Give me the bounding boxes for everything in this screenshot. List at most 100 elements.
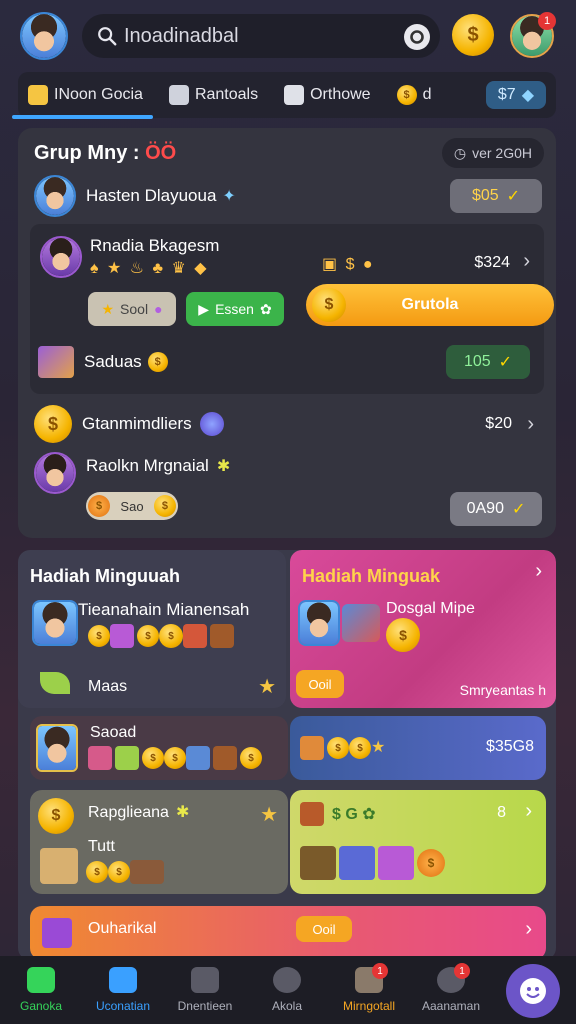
nav-uconatian[interactable]: Uconatian [82,967,164,1013]
coin-row: $ $ ★ [300,736,385,760]
gift-icon [183,624,207,648]
gift-icon [339,846,375,880]
sao-chip[interactable]: $ Sao $ [86,492,178,520]
weekly-reward-panel-featured[interactable]: Hadiah Minguak › $ Dosgal Mipe Ooil Smry… [290,550,556,708]
row-price: $324 [474,254,510,271]
tab-home[interactable]: INoon Gocia [12,85,153,119]
nav-dnentieen[interactable]: Dnentieen [164,967,246,1013]
list-item[interactable]: Raolkn Mrgnaial ✱ $ Sao $ 0A90 ✓ [34,452,542,528]
book-icon [38,346,74,378]
button-label: Grutola [401,296,459,313]
nav-mirngotall[interactable]: 1 Mirngotall [328,963,410,1013]
smile-icon [520,978,546,1004]
coin-icon: $ [86,861,108,883]
nav-akola[interactable]: Akola [246,967,328,1013]
coin-icon: $ [108,861,130,883]
coin-icon[interactable]: $ [452,14,494,56]
camera-icon[interactable] [404,24,430,50]
row-name: Rnadia Bkagesm [90,236,220,255]
leaf-icon [115,746,139,770]
chat-button[interactable] [506,964,560,1018]
tag-button[interactable]: Ooil [296,670,344,698]
status-badge[interactable]: 0A90 ✓ [450,492,542,526]
gem-icon [186,746,210,770]
home-icon [28,85,48,105]
coin-icon: $ [142,747,164,769]
coin-icon: $ [396,85,417,105]
coin-icon: $ [349,737,371,759]
coin-icon: $ [153,495,176,517]
tab-label: Rantoals [194,86,259,103]
diamond-icon: ◆ [521,87,534,104]
tab-coins[interactable]: $ d [396,85,431,105]
sparkle-icon: ✦ [222,188,236,205]
notification-badge: 1 [538,12,556,30]
essen-button[interactable]: ▶ Essen ✿ [186,292,284,326]
nav-home[interactable]: Ganoka [0,967,82,1013]
bottom-nav: Ganoka Uconatian Dnentieen Akola 1 Mirng… [0,956,576,1024]
chest-icon [213,746,237,770]
sparkle-icon: ✱ [216,458,231,475]
tab-rantoals[interactable]: Rantoals [168,85,259,105]
reward-row[interactable]: Ouharikal Ooil › [30,906,546,960]
coin-icon: $ [34,405,72,443]
coin-row: $ $ $ [88,746,262,770]
balance-pill[interactable]: $7 ◆ [485,81,546,109]
reward-row[interactable]: $ Rapglieana ✱ ★ Tutt $ $ [30,790,288,894]
list-item[interactable]: Saduas $ 105 ✓ [38,340,538,384]
status-badge[interactable]: $05 ✓ [450,179,542,213]
tab-label: INoon Gocia [54,86,143,103]
group-title: Grup Mny : ÖÖ [34,142,177,164]
avatar-face [22,14,66,58]
gift-icon [342,604,380,642]
coin-icon: $ [240,747,262,769]
coin-icon: $ [386,618,420,652]
reward-row[interactable]: $ $ ★ $35G8 [290,716,546,780]
status-badge[interactable]: 105 ✓ [446,345,530,379]
gift-icon [42,918,72,948]
gem-icon [378,846,414,880]
rewards-grid: Hadiah Minguuah Tieanahain Mianensah $ $ $… [18,550,556,960]
search-bar[interactable]: Inoadinadbal [82,14,440,58]
row-name: Saduas [84,352,142,371]
panel-sub: Dosgal Mipe [386,600,475,617]
chevron-right-icon[interactable]: › [527,413,534,436]
clock-icon: ◷ [453,144,467,161]
friend-avatar[interactable]: 1 [510,12,556,58]
reward-row[interactable]: Saoad $ $ $ [30,716,288,780]
chevron-right-icon[interactable]: › [523,250,530,273]
avatar [32,600,78,646]
sool-button[interactable]: ★ Sool ● [88,292,176,326]
tag-button[interactable]: Ooil [296,916,352,942]
panel-title: Hadiah Minguuah [30,566,180,586]
sword-icon [300,736,324,760]
avatar [40,236,82,278]
check-icon: ✓ [506,188,521,205]
search-input[interactable]: Inoadinadbal [124,25,239,48]
coin-row: $ $ [86,860,167,884]
nav-aaanaman[interactable]: 1 Aaanaman [410,963,492,1013]
row-price: $35G8 [485,738,534,755]
coin-icon: $ [312,288,346,322]
row-name: Rapglieana [88,804,169,821]
grutola-button[interactable]: $ Grutola [306,284,554,326]
list-item[interactable]: $ Gtanmimdliers $20 › [34,402,542,446]
weekly-reward-panel[interactable]: Hadiah Minguuah Tieanahain Mianensah $ $ $… [18,550,286,708]
list-item[interactable]: Hasten Dlayuoua ✦ $05 ✓ [34,172,542,220]
chest-icons: ▣ $ ● [322,256,375,273]
home-icon [27,967,55,993]
notification-badge: 1 [372,963,388,979]
avatar [36,724,78,772]
version-pill[interactable]: ◷ ver 2G0H [441,138,544,168]
coin-icon: $ [88,625,110,647]
reward-row[interactable]: $ G ✿ 8 › $ [290,790,546,894]
chevron-right-icon[interactable]: › [525,800,532,823]
chest-icon [40,848,78,884]
row-price: $20 [485,415,512,432]
tab-orthowe[interactable]: Orthowe [284,85,371,105]
profile-avatar[interactable] [20,12,68,60]
row-name: Saoad [90,724,137,741]
chevron-right-icon[interactable]: › [535,560,542,583]
chevron-right-icon[interactable]: › [525,918,532,941]
notification-badge: 1 [454,963,470,979]
